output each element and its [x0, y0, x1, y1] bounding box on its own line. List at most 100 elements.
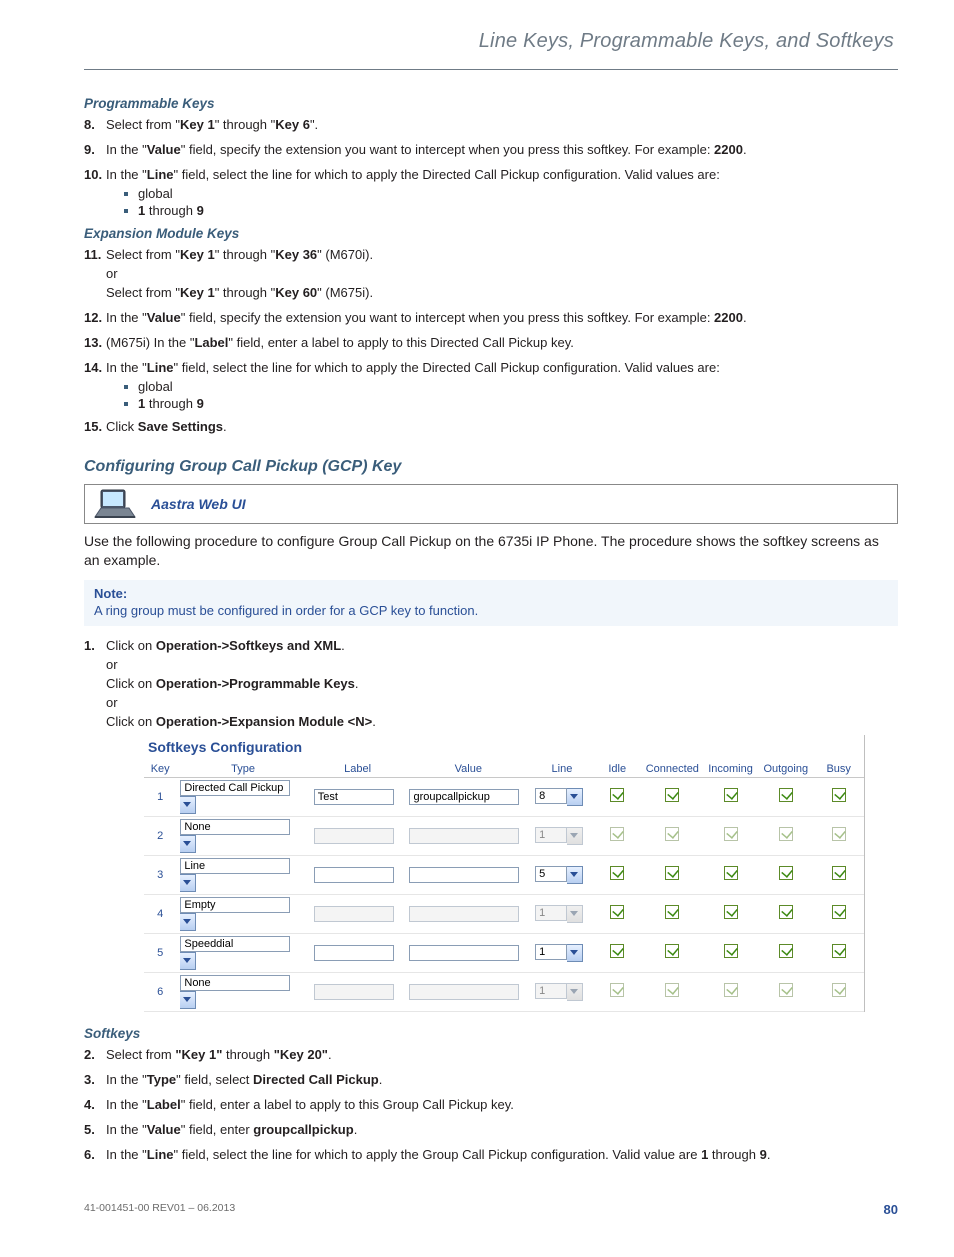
incoming-checkbox[interactable]: [724, 788, 738, 802]
gcp-intro: Use the following procedure to configure…: [84, 532, 898, 570]
table-row: 6: [144, 972, 864, 1011]
chevron-down-icon[interactable]: [567, 944, 583, 962]
value-input[interactable]: [409, 945, 519, 961]
text: " through ": [215, 247, 276, 262]
col-key: Key: [144, 761, 176, 778]
type-select[interactable]: [180, 858, 305, 892]
step-5: 5. In the "Value" field, enter groupcall…: [84, 1122, 898, 1137]
chevron-down-icon[interactable]: [567, 866, 583, 884]
step-number: 3.: [84, 1072, 106, 1087]
incoming-checkbox[interactable]: [724, 866, 738, 880]
text: " field, select the line for which to ap…: [174, 360, 720, 375]
busy-checkbox[interactable]: [832, 944, 846, 958]
col-incoming: Incoming: [703, 761, 758, 778]
chevron-down-icon[interactable]: [180, 796, 196, 814]
outgoing-checkbox[interactable]: [779, 788, 793, 802]
line-select[interactable]: [535, 788, 583, 806]
type-select[interactable]: [180, 936, 305, 970]
step-number: 12.: [84, 310, 106, 325]
busy-checkbox[interactable]: [832, 866, 846, 880]
idle-checkbox[interactable]: [610, 905, 624, 919]
step-8: 8. Select from "Key 1" through "Key 6".: [84, 117, 898, 132]
type-select[interactable]: [180, 819, 305, 853]
example-ext: 2200: [714, 310, 743, 325]
line-select[interactable]: [535, 944, 583, 962]
op-expansion-module: Operation->Expansion Module <N>: [156, 714, 372, 729]
chevron-down-icon[interactable]: [180, 913, 196, 931]
cell-line: [531, 972, 593, 1011]
heading-softkeys: Softkeys: [84, 1026, 898, 1041]
chevron-down-icon[interactable]: [567, 788, 583, 806]
cell-key: 2: [144, 816, 176, 855]
step-14: 14. In the "Line" field, select the line…: [84, 360, 898, 375]
valid-values-list: global 1 through 9: [124, 379, 898, 411]
text: through: [222, 1047, 273, 1062]
step-11b: Select from "Key 1" through "Key 60" (M6…: [84, 285, 898, 300]
text: " through ": [215, 117, 276, 132]
key-1: "Key 1": [175, 1047, 222, 1062]
value-input: [409, 906, 519, 922]
label-input: [314, 906, 394, 922]
idle-checkbox[interactable]: [610, 944, 624, 958]
text: .: [354, 1122, 358, 1137]
key-1: Key 1: [180, 117, 215, 132]
label-input[interactable]: [314, 789, 394, 805]
step-1b: Click on Operation->Programmable Keys.: [84, 676, 898, 691]
chevron-down-icon[interactable]: [180, 991, 196, 1009]
text: (M675i) In the ": [106, 335, 194, 350]
table-row: 5: [144, 933, 864, 972]
idle-checkbox[interactable]: [610, 866, 624, 880]
chevron-down-icon[interactable]: [180, 835, 196, 853]
step-11: 11. Select from "Key 1" through "Key 36"…: [84, 247, 898, 262]
type-select[interactable]: [180, 975, 305, 1009]
or: or: [106, 657, 898, 672]
cell-busy: [813, 933, 864, 972]
value-input: [409, 828, 519, 844]
value-input: [409, 984, 519, 1000]
busy-checkbox[interactable]: [832, 788, 846, 802]
incoming-checkbox: [724, 983, 738, 997]
cell-idle: [593, 894, 642, 933]
cell-incoming: [703, 816, 758, 855]
heading-expansion-module-keys: Expansion Module Keys: [84, 226, 898, 241]
text: In the ": [106, 310, 147, 325]
connected-checkbox[interactable]: [665, 905, 679, 919]
step-1-or1: or: [84, 657, 898, 672]
outgoing-checkbox[interactable]: [779, 905, 793, 919]
cell-value: [405, 777, 531, 816]
incoming-checkbox[interactable]: [724, 905, 738, 919]
step-number: 10.: [84, 167, 106, 182]
line-field: Line: [147, 1147, 174, 1162]
idle-checkbox[interactable]: [610, 788, 624, 802]
outgoing-checkbox[interactable]: [779, 866, 793, 880]
chevron-down-icon[interactable]: [180, 874, 196, 892]
table-row: 1: [144, 777, 864, 816]
heading-gcp: Configuring Group Call Pickup (GCP) Key: [84, 458, 898, 476]
connected-checkbox[interactable]: [665, 866, 679, 880]
text: " field, enter: [181, 1122, 254, 1137]
chevron-down-icon[interactable]: [180, 952, 196, 970]
label-input[interactable]: [314, 867, 394, 883]
value-input[interactable]: [409, 867, 519, 883]
text: " (M670i).: [317, 247, 373, 262]
outgoing-checkbox[interactable]: [779, 944, 793, 958]
busy-checkbox[interactable]: [832, 905, 846, 919]
cell-busy: [813, 972, 864, 1011]
col-value: Value: [405, 761, 531, 778]
type-select[interactable]: [180, 897, 305, 931]
cell-label: [310, 777, 406, 816]
value-9: 9: [197, 396, 204, 411]
type-select[interactable]: [180, 780, 305, 814]
connected-checkbox[interactable]: [665, 788, 679, 802]
value-input[interactable]: [409, 789, 519, 805]
cell-connected: [642, 933, 703, 972]
label-input[interactable]: [314, 945, 394, 961]
laptop-icon: [93, 489, 137, 519]
line-select: [535, 827, 583, 845]
text: " (M675i).: [317, 285, 373, 300]
connected-checkbox[interactable]: [665, 944, 679, 958]
value-field: Value: [147, 1122, 181, 1137]
incoming-checkbox[interactable]: [724, 944, 738, 958]
line-select[interactable]: [535, 866, 583, 884]
step-number: 13.: [84, 335, 106, 350]
